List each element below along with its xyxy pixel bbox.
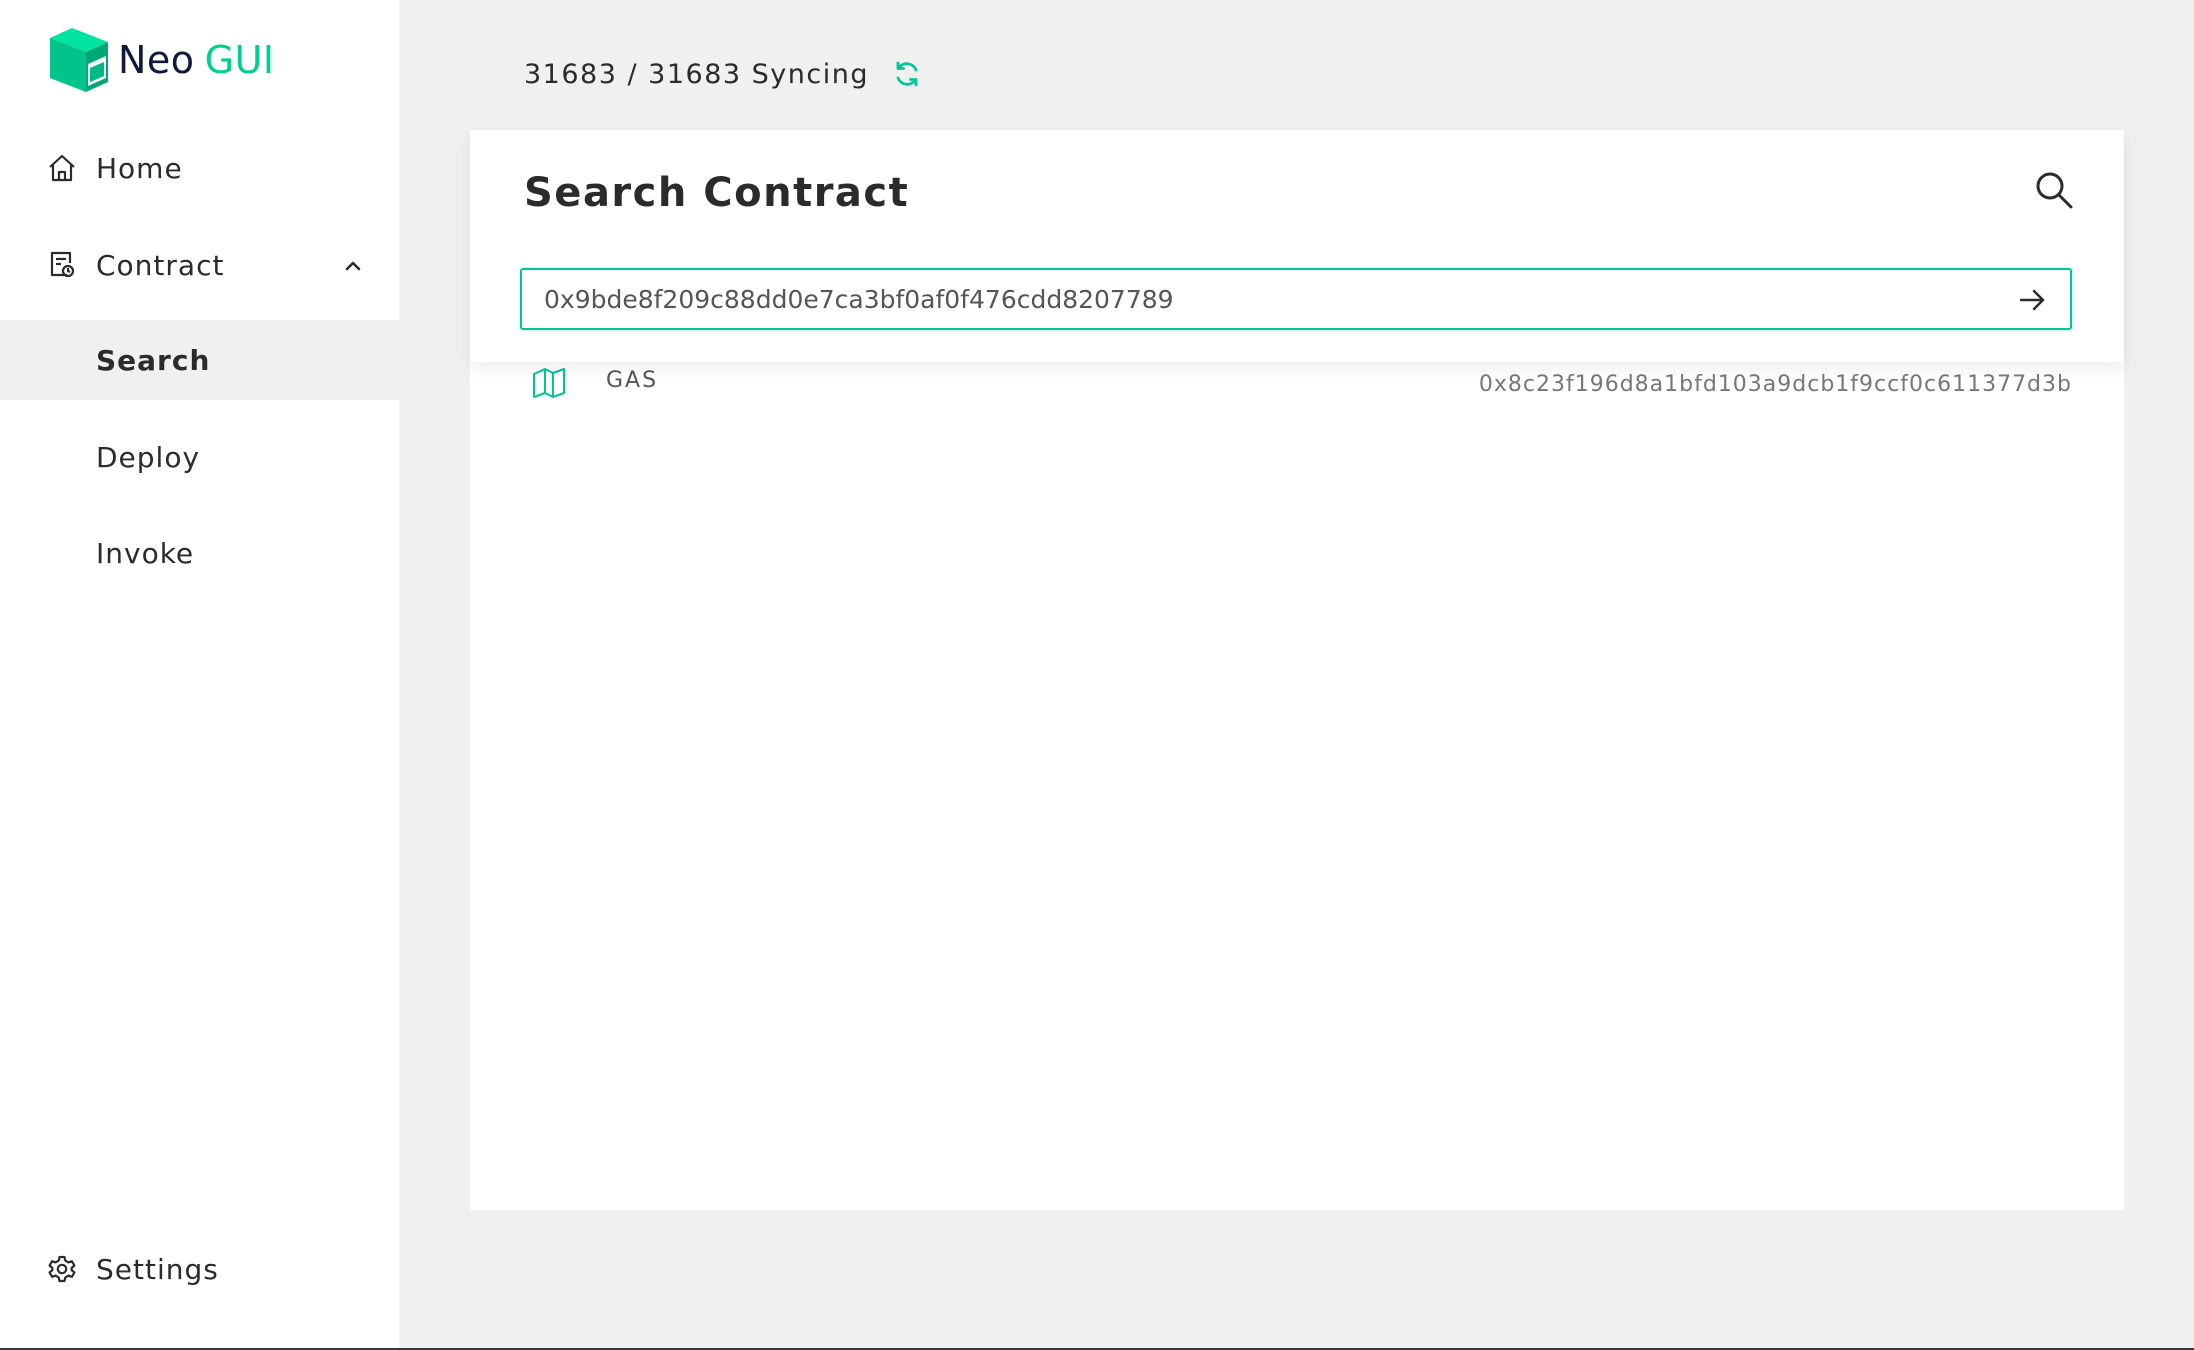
sidebar-item-label: Search	[96, 343, 211, 377]
contract-icon	[46, 249, 78, 281]
sync-icon[interactable]	[891, 58, 923, 90]
sidebar-item-label: Invoke	[96, 536, 195, 570]
app-name: Neo GUI	[118, 40, 275, 80]
search-button[interactable]	[2030, 168, 2078, 216]
list-item[interactable]: GAS 0x8c23f196d8a1bfd103a9dcb1f9ccf0c611…	[470, 354, 2124, 424]
sidebar-item-label: Contract	[96, 248, 225, 282]
contract-map-icon	[530, 364, 568, 402]
page-title: Search Contract	[524, 170, 910, 216]
neo-logo-icon	[50, 28, 108, 92]
chevron-up-icon[interactable]	[342, 254, 364, 276]
sidebar-item-search[interactable]: Search	[0, 320, 399, 400]
logo-text-gui: GUI	[204, 38, 275, 82]
logo-text-neo: Neo	[118, 38, 195, 82]
sidebar-item-home[interactable]: Home	[0, 128, 399, 208]
contract-hash: 0x8c23f196d8a1bfd103a9dcb1f9ccf0c611377d…	[1478, 372, 2072, 397]
sidebar-item-label: Deploy	[96, 440, 201, 474]
sidebar-item-settings[interactable]: Settings	[0, 1229, 399, 1309]
sidebar-item-contract[interactable]: Contract	[0, 225, 399, 305]
search-icon	[2033, 169, 2075, 215]
search-input[interactable]	[544, 270, 1984, 328]
sync-status-text: 31683 / 31683 Syncing	[524, 58, 869, 90]
sidebar-item-deploy[interactable]: Deploy	[0, 417, 399, 497]
home-icon	[46, 152, 78, 184]
sidebar: Neo GUI Home Contract Search Deploy Invo…	[0, 0, 399, 1350]
contract-name: GAS	[606, 368, 659, 393]
app-logo: Neo GUI	[50, 28, 275, 92]
sidebar-item-label: Home	[96, 151, 183, 185]
app-window: Neo GUI Home Contract Search Deploy Invo…	[0, 0, 2194, 1350]
gear-icon	[46, 1253, 78, 1285]
search-field[interactable]	[520, 268, 2072, 330]
main-panel: Search Contract 0x9bde8f209c88dd0e7ca3bf…	[470, 130, 2124, 1210]
sidebar-item-invoke[interactable]: Invoke	[0, 513, 399, 593]
search-card: Search Contract	[470, 130, 2124, 362]
sidebar-item-label: Settings	[96, 1252, 219, 1286]
sync-status: 31683 / 31683 Syncing	[524, 52, 923, 96]
arrow-right-icon[interactable]	[2016, 284, 2048, 316]
